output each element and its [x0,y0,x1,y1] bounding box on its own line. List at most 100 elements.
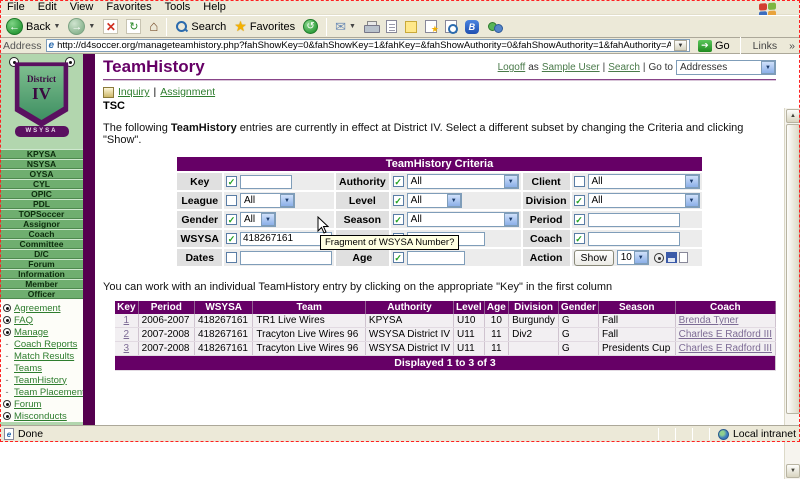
address-dropdown-icon[interactable]: ▼ [674,40,687,51]
sidebar-link-misconducts[interactable]: Misconducts [3,410,83,422]
level-checkbox[interactable]: ✓ [393,195,404,206]
assignment-link[interactable]: Assignment [160,86,215,98]
season-checkbox[interactable]: ✓ [393,214,404,225]
search-button[interactable]: Search [173,17,228,37]
sidebar-link-coach-reports[interactable]: -Coach Reports [3,338,83,350]
coach-link[interactable]: Charles E Radford III [679,329,772,340]
authority-select[interactable]: All▼ [407,174,519,189]
page-size-select[interactable]: 10▼ [617,250,649,265]
refresh-button[interactable]: ↻ [124,17,143,37]
period-checkbox[interactable]: ✓ [574,214,585,225]
gender-checkbox[interactable]: ✓ [226,214,237,225]
home-button[interactable]: ⌂ [147,17,160,37]
search-link[interactable]: Search [608,62,640,73]
key-link[interactable]: 1 [124,315,130,326]
sidebar-item-assignor[interactable]: Assignor [0,219,83,229]
back-dropdown-icon[interactable]: ▼ [53,23,60,30]
chevron-down-icon[interactable]: ▼ [504,213,518,226]
sidebar-item-member[interactable]: Member [0,279,83,289]
address-url[interactable]: http://d4soccer.org/manageteamhistory.ph… [57,40,671,51]
chevron-down-icon[interactable]: ▼ [261,213,275,226]
mail-button[interactable]: ✉ ▼ [333,17,358,37]
gender-select[interactable]: All▼ [240,212,276,227]
coach-checkbox[interactable]: ✓ [574,233,585,244]
show-button[interactable]: Show [574,250,614,266]
history-button[interactable]: ↺ [301,17,320,37]
scroll-up-icon[interactable]: ▲ [786,109,800,123]
age-checkbox[interactable]: ✓ [393,252,404,263]
sidebar-link-teamhistory[interactable]: -TeamHistory [3,374,83,386]
sidebar-item-committee[interactable]: Committee [0,239,83,249]
sidebar-link-match-results[interactable]: -Match Results [3,350,83,362]
league-select[interactable]: All▼ [240,193,295,208]
chevron-down-icon[interactable]: ▼ [447,194,461,207]
key-link[interactable]: 2 [124,329,130,340]
sidebar-item-oysa[interactable]: OYSA [0,169,83,179]
sidebar-item-information[interactable]: Information [0,269,83,279]
wsysa-checkbox[interactable]: ✓ [226,233,237,244]
sidebar-item-topsoccer[interactable]: TOPSoccer [0,209,83,219]
chevron-down-icon[interactable]: ▼ [634,251,648,264]
print-button[interactable] [362,17,380,37]
forward-button[interactable]: → ▼ [66,17,97,37]
menu-tools[interactable]: Tools [165,1,191,13]
discuss-button[interactable] [403,17,419,37]
chevron-down-icon[interactable]: ▼ [685,175,699,188]
chevron-down-icon[interactable]: ▼ [761,61,775,74]
sidebar-item-forum[interactable]: Forum [0,259,83,269]
division-select[interactable]: All▼ [588,193,700,208]
new-page-icon[interactable] [679,252,688,263]
chevron-down-icon[interactable]: ▼ [685,194,699,207]
client-select[interactable]: All▼ [588,174,700,189]
mail-dropdown-icon[interactable]: ▼ [349,23,356,30]
sidebar-item-nsysa[interactable]: NSYSA [0,159,83,169]
save-icon[interactable] [666,252,677,263]
authority-checkbox[interactable]: ✓ [393,176,404,187]
menu-view[interactable]: View [70,1,94,13]
menu-help[interactable]: Help [203,1,226,13]
favorites-button[interactable]: ★ Favorites [232,17,297,37]
scrollbar-thumb[interactable] [786,124,800,414]
division-checkbox[interactable]: ✓ [574,195,585,206]
links-label[interactable]: Links [753,40,778,52]
logoff-link[interactable]: Logoff [498,62,526,73]
key-link[interactable]: 3 [124,343,130,354]
inquiry-link[interactable]: Inquiry [118,86,150,98]
sidebar-item-cyl[interactable]: CYL [0,179,83,189]
dates-checkbox[interactable] [226,252,237,263]
level-select[interactable]: All▼ [407,193,462,208]
client-checkbox[interactable] [574,176,585,187]
sidebar-item-kpysa[interactable]: KPYSA [0,149,83,159]
bluetooth-button[interactable]: B [463,17,481,37]
add-favorite-button[interactable] [423,17,439,37]
go-button[interactable]: ➔ Go [694,39,734,53]
coach-link[interactable]: Brenda Tyner [679,315,739,326]
dates-input[interactable] [240,251,332,265]
links-chevron-icon[interactable]: » [789,40,795,52]
sidebar-link-faq[interactable]: FAQ [3,314,83,326]
sidebar-item-officer[interactable]: Officer [0,289,83,299]
sidebar-item-dc[interactable]: D/C [0,249,83,259]
chevron-down-icon[interactable]: ▼ [280,194,294,207]
sidebar-link-forum[interactable]: Forum [3,398,83,410]
goto-select[interactable]: Addresses ▼ [676,60,776,75]
sidebar-link-manage[interactable]: Manage [3,326,83,338]
key-input[interactable] [240,175,292,189]
coach-link[interactable]: Charles E Radford III [679,343,772,354]
forward-dropdown-icon[interactable]: ▼ [88,23,95,30]
back-button[interactable]: ← Back ▼ [4,17,62,37]
user-link[interactable]: Sample User [542,62,600,73]
sidebar-item-opic[interactable]: OPIC [0,189,83,199]
sidebar-link-teams[interactable]: -Teams [3,362,83,374]
messenger-button[interactable] [485,17,504,37]
key-checkbox[interactable]: ✓ [226,176,237,187]
edit-button[interactable] [384,17,399,37]
address-input[interactable]: e http://d4soccer.org/manageteamhistory.… [46,39,690,52]
menu-file[interactable]: File [7,1,25,13]
coach-input[interactable] [588,232,680,246]
scroll-down-icon[interactable]: ▼ [786,464,800,478]
sidebar-link-agreement[interactable]: Agreement [3,302,83,314]
menu-favorites[interactable]: Favorites [106,1,151,13]
chevron-down-icon[interactable]: ▼ [504,175,518,188]
season-select[interactable]: All▼ [407,212,519,227]
